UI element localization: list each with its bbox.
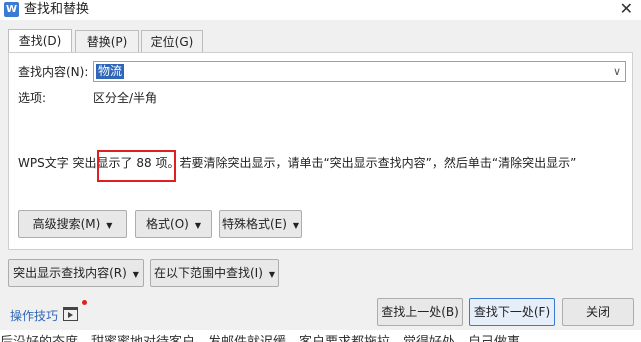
find-next-button[interactable]: 查找下一处(F) bbox=[469, 298, 555, 326]
close-button[interactable]: 关闭 bbox=[562, 298, 634, 326]
find-content-combobox[interactable]: 物流 ∨ bbox=[93, 61, 626, 82]
wps-writer-icon: W bbox=[4, 2, 19, 17]
find-in-button[interactable]: 在以下范围中查找(I) ▼ bbox=[150, 259, 279, 287]
status-suffix: 若要清除突出显示，请单击“突出显示查找内容”，然后单击“清除突出显示” bbox=[179, 156, 577, 170]
tab-goto[interactable]: 定位(G) bbox=[141, 30, 203, 52]
find-content-label: 查找内容(N): bbox=[18, 65, 89, 79]
tab-replace[interactable]: 替换(P) bbox=[75, 30, 139, 52]
annotation-highlight-box bbox=[97, 150, 176, 182]
tips-link[interactable]: 操作技巧 bbox=[10, 307, 58, 324]
dropdown-arrow-icon: ▼ bbox=[268, 270, 276, 279]
video-tutorial-icon[interactable] bbox=[63, 307, 78, 321]
chevron-down-icon[interactable]: ∨ bbox=[613, 64, 621, 79]
document-background: 后沿好的态度，甜蜜蜜地对待客户，发邮件就迟缓，客户要求都拖拉，觉得好处，自己做事 bbox=[0, 330, 641, 342]
notification-dot bbox=[82, 300, 87, 305]
highlight-find-label: 突出显示查找内容(R) bbox=[13, 266, 127, 280]
highlight-find-button[interactable]: 突出显示查找内容(R) ▼ bbox=[8, 259, 144, 287]
dropdown-arrow-icon: ▼ bbox=[132, 270, 139, 279]
format-label: 格式(O) bbox=[146, 217, 189, 231]
document-text: 后沿好的态度，甜蜜蜜地对待客户，发邮件就迟缓，客户要求都拖拉，觉得好处，自己做事 bbox=[0, 331, 520, 342]
dropdown-arrow-icon: ▼ bbox=[106, 221, 113, 230]
advanced-search-button[interactable]: 高级搜索(M) ▼ bbox=[18, 210, 127, 238]
window-title: 查找和替换 bbox=[24, 2, 90, 17]
dropdown-arrow-icon: ▼ bbox=[292, 221, 300, 230]
close-icon[interactable]: ✕ bbox=[620, 0, 633, 18]
options-label: 选项: bbox=[18, 91, 47, 105]
find-in-label: 在以下范围中查找(I) bbox=[153, 266, 263, 280]
status-prefix: WPS文字 突出 bbox=[18, 156, 97, 170]
format-button[interactable]: 格式(O) ▼ bbox=[135, 210, 212, 238]
title-bar: W 查找和替换 ✕ bbox=[0, 0, 641, 20]
options-value: 区分全/半角 bbox=[93, 91, 158, 105]
find-replace-dialog: W 查找和替换 ✕ 查找(D) 替换(P) 定位(G) 查找内容(N): 物流 … bbox=[0, 0, 641, 330]
find-content-value[interactable]: 物流 bbox=[96, 64, 125, 79]
special-format-label: 特殊格式(E) bbox=[221, 217, 287, 231]
advanced-search-label: 高级搜索(M) bbox=[32, 217, 101, 231]
find-previous-button[interactable]: 查找上一处(B) bbox=[377, 298, 463, 326]
special-format-button[interactable]: 特殊格式(E) ▼ bbox=[219, 210, 302, 238]
tab-find[interactable]: 查找(D) bbox=[8, 29, 72, 53]
dropdown-arrow-icon: ▼ bbox=[194, 221, 201, 230]
